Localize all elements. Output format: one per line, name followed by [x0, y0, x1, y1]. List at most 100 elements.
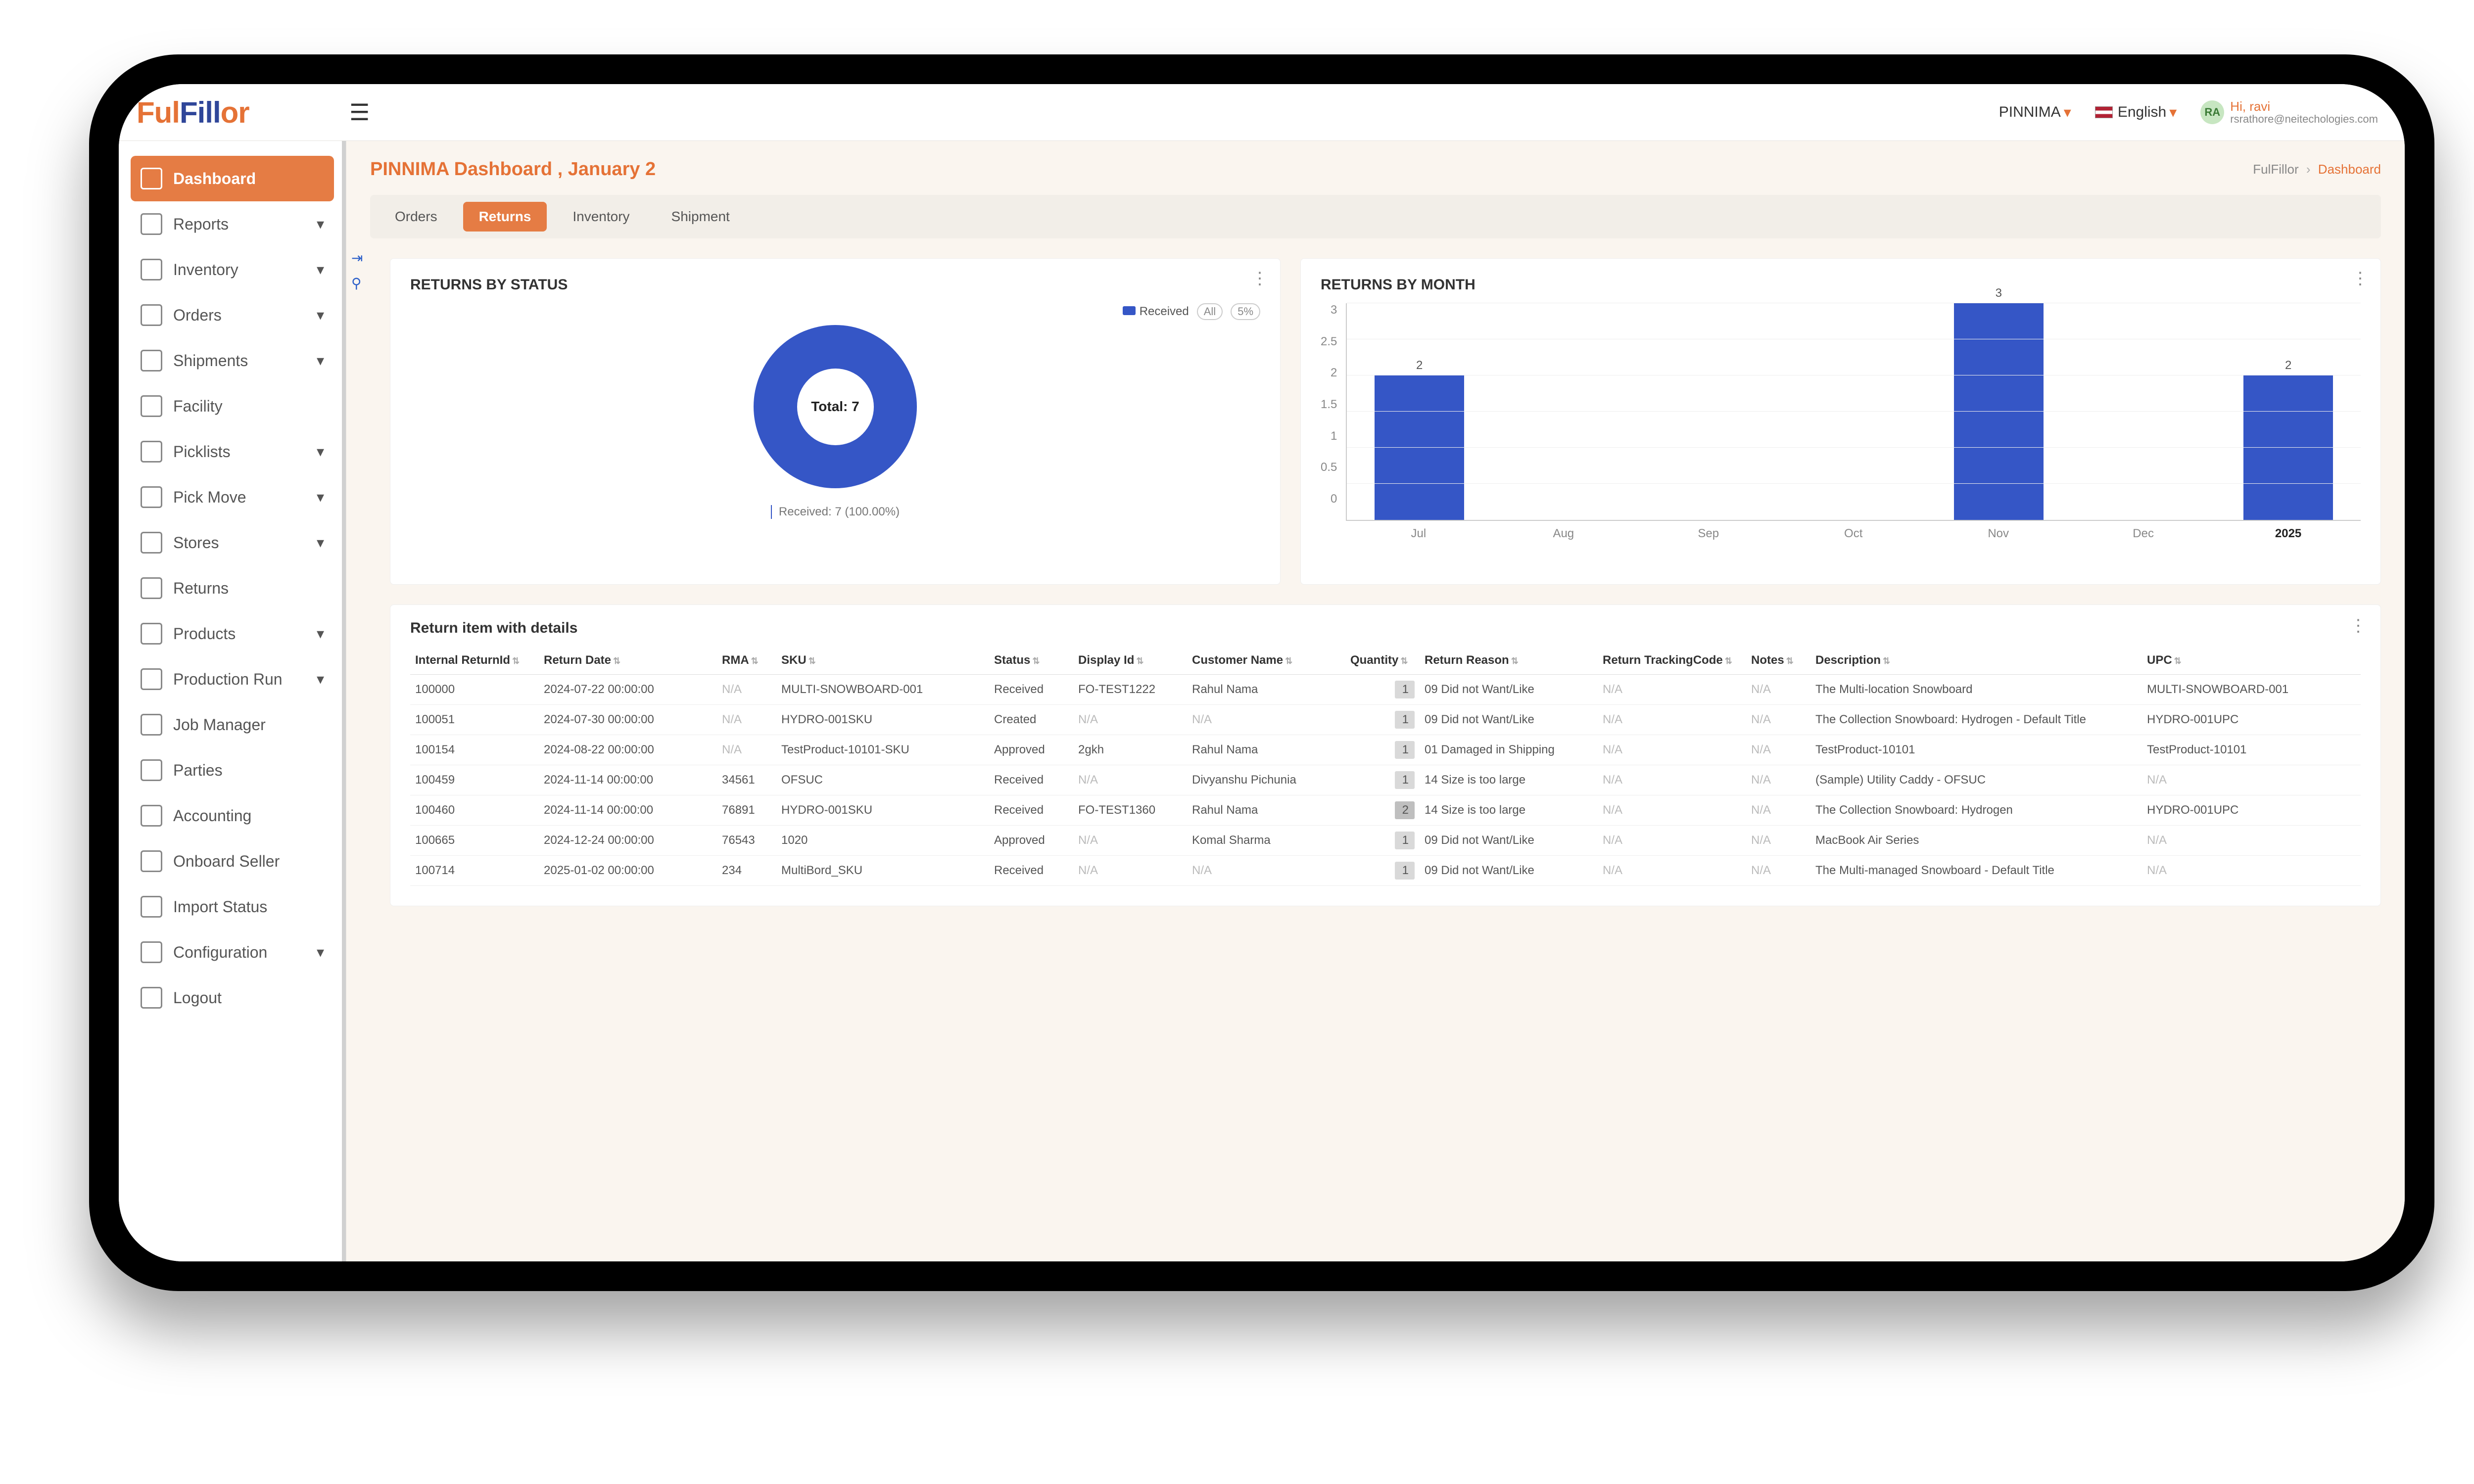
sidebar-item-accounting[interactable]: Accounting — [131, 793, 334, 838]
sort-icon: ⇅ — [1136, 656, 1143, 666]
sidebar-item-dashboard[interactable]: Dashboard — [131, 156, 334, 201]
column-header[interactable]: Status⇅ — [989, 647, 1073, 675]
sidebar-item-facility[interactable]: Facility — [131, 383, 334, 429]
column-header[interactable]: Description⇅ — [1810, 647, 2142, 675]
sidebar-item-pick-move[interactable]: Pick Move▾ — [131, 474, 334, 520]
bar-Aug — [1492, 303, 1637, 520]
sidebar-item-label: Shipments — [173, 352, 317, 370]
returns-table: Internal ReturnId⇅Return Date⇅RMA⇅SKU⇅St… — [410, 647, 2361, 886]
sidebar-item-job-manager[interactable]: Job Manager — [131, 702, 334, 747]
column-header[interactable]: Return TrackingCode⇅ — [1598, 647, 1746, 675]
table-row[interactable]: 1000002024-07-22 00:00:00N/AMULTI-SNOWBO… — [410, 675, 2361, 705]
sidebar-item-label: Dashboard — [173, 170, 324, 188]
table-row[interactable]: 1006652024-12-24 00:00:00765431020Approv… — [410, 826, 2361, 856]
sidebar-item-onboard-seller[interactable]: Onboard Seller — [131, 838, 334, 884]
bar-Sep — [1637, 303, 1782, 520]
sidebar-item-label: Products — [173, 625, 317, 643]
tab-inventory[interactable]: Inventory — [557, 202, 645, 232]
nav-icon — [141, 805, 162, 827]
chevron-down-icon: ▾ — [317, 261, 324, 278]
chevron-down-icon: ▾ — [317, 352, 324, 370]
card-menu-icon[interactable]: ⋮ — [2352, 269, 2369, 288]
column-header[interactable]: Quantity⇅ — [1345, 647, 1420, 675]
sidebar-item-label: Parties — [173, 761, 324, 780]
column-header[interactable]: Display Id⇅ — [1073, 647, 1187, 675]
sidebar-toggle-icon[interactable]: ☰ — [349, 99, 370, 126]
user-menu[interactable]: RA Hi, ravi rsrathore@neitechologies.com — [2200, 99, 2378, 126]
table-row[interactable]: 1000512024-07-30 00:00:00N/AHYDRO-001SKU… — [410, 705, 2361, 735]
sidebar-item-import-status[interactable]: Import Status — [131, 884, 334, 929]
bar-Nov: 3 — [1926, 303, 2071, 520]
language-dropdown[interactable]: English — [2095, 104, 2177, 121]
nav-icon — [141, 714, 162, 736]
table-row[interactable]: 1004592024-11-14 00:00:0034561OFSUCRecei… — [410, 765, 2361, 795]
sidebar-item-returns[interactable]: Returns — [131, 565, 334, 611]
filter-icon[interactable]: ⚲ — [351, 275, 363, 291]
table-row[interactable]: 1001542024-08-22 00:00:00N/ATestProduct-… — [410, 735, 2361, 765]
sort-icon: ⇅ — [512, 656, 520, 666]
legend-pill-all[interactable]: All — [1197, 303, 1223, 320]
returns-by-month-card: ⋮ RETURNS BY MONTH 32.521.510.50 232 Jul… — [1300, 258, 2381, 585]
column-header[interactable]: UPC⇅ — [2142, 647, 2361, 675]
column-header[interactable]: Customer Name⇅ — [1187, 647, 1345, 675]
tab-orders[interactable]: Orders — [379, 202, 453, 232]
breadcrumb-root[interactable]: FulFillor — [2253, 162, 2298, 177]
sidebar-item-label: Job Manager — [173, 716, 324, 734]
donut-caption: Received: 7 (100.00%) — [771, 505, 900, 519]
bar-Jul: 2 — [1347, 303, 1492, 520]
bar-Oct — [1781, 303, 1926, 520]
nav-icon — [141, 168, 162, 189]
column-header[interactable]: Notes⇅ — [1746, 647, 1810, 675]
legend-item[interactable]: Received — [1123, 305, 1189, 319]
column-header[interactable]: Return Reason⇅ — [1420, 647, 1598, 675]
nav-icon — [141, 486, 162, 508]
chevron-down-icon: ▾ — [317, 216, 324, 233]
legend-pill-pct[interactable]: 5% — [1231, 303, 1260, 320]
sidebar-item-inventory[interactable]: Inventory▾ — [131, 247, 334, 292]
sidebar-item-production-run[interactable]: Production Run▾ — [131, 656, 334, 702]
return-items-table-card: ⋮ Return item with details Internal Retu… — [390, 604, 2381, 906]
sidebar-item-label: Import Status — [173, 898, 324, 916]
nav-icon — [141, 304, 162, 326]
sidebar-item-reports[interactable]: Reports▾ — [131, 201, 334, 247]
nav-icon — [141, 259, 162, 280]
sidebar-item-stores[interactable]: Stores▾ — [131, 520, 334, 565]
chevron-down-icon: ▾ — [317, 671, 324, 688]
sidebar-item-label: Pick Move — [173, 488, 317, 507]
sidebar-item-label: Accounting — [173, 807, 324, 825]
nav-icon — [141, 850, 162, 872]
expand-icon[interactable]: ⇥ — [351, 250, 363, 266]
chevron-down-icon: ▾ — [317, 944, 324, 961]
sidebar-item-orders[interactable]: Orders▾ — [131, 292, 334, 338]
card-menu-icon[interactable]: ⋮ — [1251, 269, 1268, 288]
breadcrumb-current: Dashboard — [2318, 162, 2381, 177]
column-header[interactable]: Internal ReturnId⇅ — [410, 647, 539, 675]
sidebar-item-products[interactable]: Products▾ — [131, 611, 334, 656]
sidebar-item-label: Reports — [173, 215, 317, 233]
column-header[interactable]: SKU⇅ — [776, 647, 989, 675]
tab-returns[interactable]: Returns — [463, 202, 547, 232]
tenant-dropdown[interactable]: PINNIMA — [1999, 104, 2071, 121]
table-row[interactable]: 1004602024-11-14 00:00:0076891HYDRO-001S… — [410, 795, 2361, 826]
column-header[interactable]: Return Date⇅ — [539, 647, 717, 675]
sidebar-item-parties[interactable]: Parties — [131, 747, 334, 793]
sort-icon: ⇅ — [1285, 656, 1292, 666]
sidebar-item-shipments[interactable]: Shipments▾ — [131, 338, 334, 383]
nav-icon — [141, 896, 162, 918]
sidebar-item-logout[interactable]: Logout — [131, 975, 334, 1020]
breadcrumb: FulFillor › Dashboard — [2253, 162, 2381, 177]
card-menu-icon[interactable]: ⋮ — [2350, 616, 2367, 636]
table-title: Return item with details — [410, 620, 2361, 637]
table-row[interactable]: 1007142025-01-02 00:00:00234MultiBord_SK… — [410, 856, 2361, 886]
sidebar-item-configuration[interactable]: Configuration▾ — [131, 929, 334, 975]
nav-icon — [141, 441, 162, 463]
nav-icon — [141, 759, 162, 781]
logo[interactable]: Ful Fill or — [137, 95, 344, 130]
tab-shipment[interactable]: Shipment — [656, 202, 746, 232]
sort-icon: ⇅ — [1725, 656, 1732, 666]
card-title: RETURNS BY MONTH — [1321, 277, 2361, 293]
sidebar-item-label: Picklists — [173, 443, 317, 461]
user-greeting: Hi, ravi — [2230, 99, 2378, 114]
sidebar-item-picklists[interactable]: Picklists▾ — [131, 429, 334, 474]
column-header[interactable]: RMA⇅ — [717, 647, 776, 675]
